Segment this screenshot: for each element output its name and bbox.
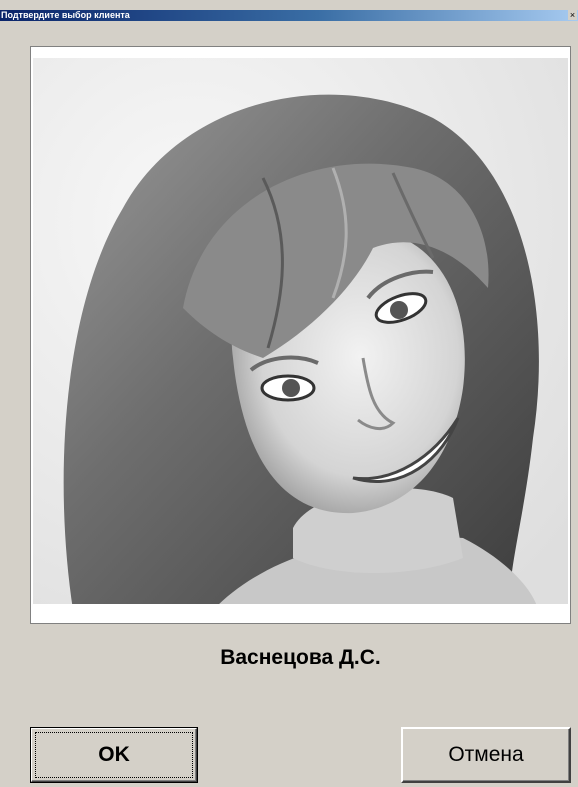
window-title: Подтвердите выбор клиента	[1, 10, 130, 20]
ok-button[interactable]: OK	[30, 727, 198, 783]
cancel-button-label: Отмена	[448, 743, 524, 766]
client-name-label: Васнецова Д.С.	[220, 646, 381, 669]
focus-rect	[35, 732, 193, 778]
cancel-button[interactable]: Отмена	[401, 727, 571, 783]
title-bar[interactable]: Подтвердите выбор клиента ×	[0, 10, 578, 21]
close-icon[interactable]: ×	[568, 10, 577, 20]
client-photo-frame	[30, 46, 571, 624]
confirm-client-dialog: Подтвердите выбор клиента × Васнецова Д.…	[0, 0, 578, 787]
client-photo	[33, 58, 568, 610]
